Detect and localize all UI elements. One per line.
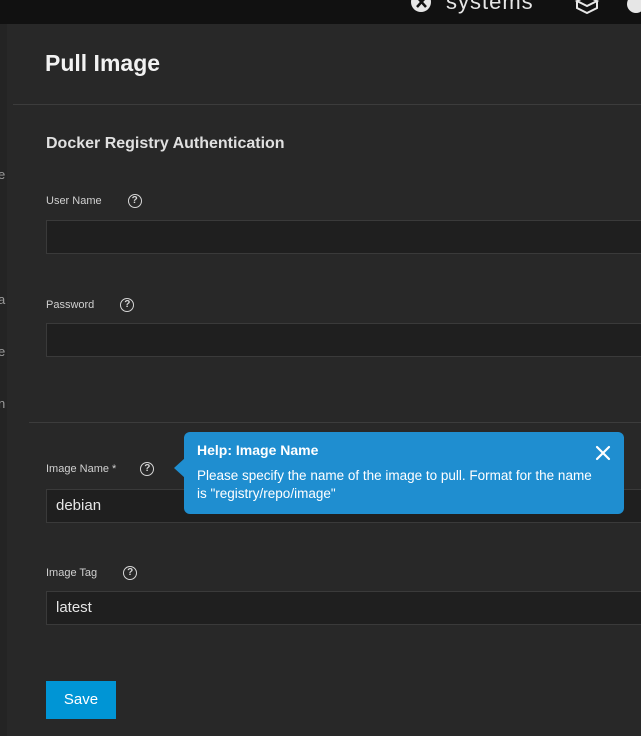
save-button[interactable]: Save	[46, 681, 116, 719]
help-circle-icon[interactable]: ?	[123, 566, 138, 580]
help-tooltip: Help: Image Name Please specify the name…	[174, 432, 624, 514]
sidebar-edge: e a e n	[0, 24, 7, 736]
brand-logo[interactable]: systems	[410, 0, 534, 14]
tooltip-title: Help: Image Name	[197, 442, 319, 458]
image-tag-label-text: Image Tag	[46, 567, 98, 579]
sidebar-fragment: n	[0, 396, 6, 411]
image-name-label: Image Name * ?	[46, 462, 155, 476]
divider	[13, 104, 641, 105]
password-label: Password ?	[46, 298, 135, 312]
brand-text: systems	[446, 0, 534, 14]
ix-logo-icon	[410, 0, 440, 13]
sidebar-fragment: e	[0, 167, 6, 182]
sidebar-fragment: a	[0, 292, 6, 307]
section-title: Docker Registry Authentication	[46, 135, 285, 152]
dialog-title: Pull Image	[45, 50, 161, 76]
username-label-text: User Name	[46, 195, 102, 207]
image-tag-input[interactable]: latest	[46, 591, 641, 625]
password-label-text: Password	[46, 299, 95, 311]
user-icon[interactable]	[626, 0, 641, 14]
cube-icon[interactable]	[574, 0, 600, 15]
username-label: User Name ?	[46, 194, 142, 208]
sidebar-fragment: e	[0, 344, 6, 359]
dialog-header: Pull Image	[7, 24, 641, 104]
username-input[interactable]	[46, 220, 641, 254]
image-tag-label: Image Tag ?	[46, 566, 138, 580]
tooltip-arrow	[174, 458, 185, 478]
help-circle-icon[interactable]: ?	[140, 462, 155, 476]
top-bar: systems	[0, 0, 641, 24]
tooltip-body: Please specify the name of the image to …	[197, 468, 592, 501]
divider	[29, 422, 641, 423]
image-name-label-text: Image Name *	[46, 463, 117, 475]
pull-image-dialog: Pull Image Docker Registry Authenticatio…	[7, 24, 641, 736]
help-circle-icon[interactable]: ?	[120, 298, 135, 312]
close-icon[interactable]	[594, 444, 612, 462]
password-input[interactable]	[46, 323, 641, 357]
help-circle-icon[interactable]: ?	[127, 194, 142, 208]
